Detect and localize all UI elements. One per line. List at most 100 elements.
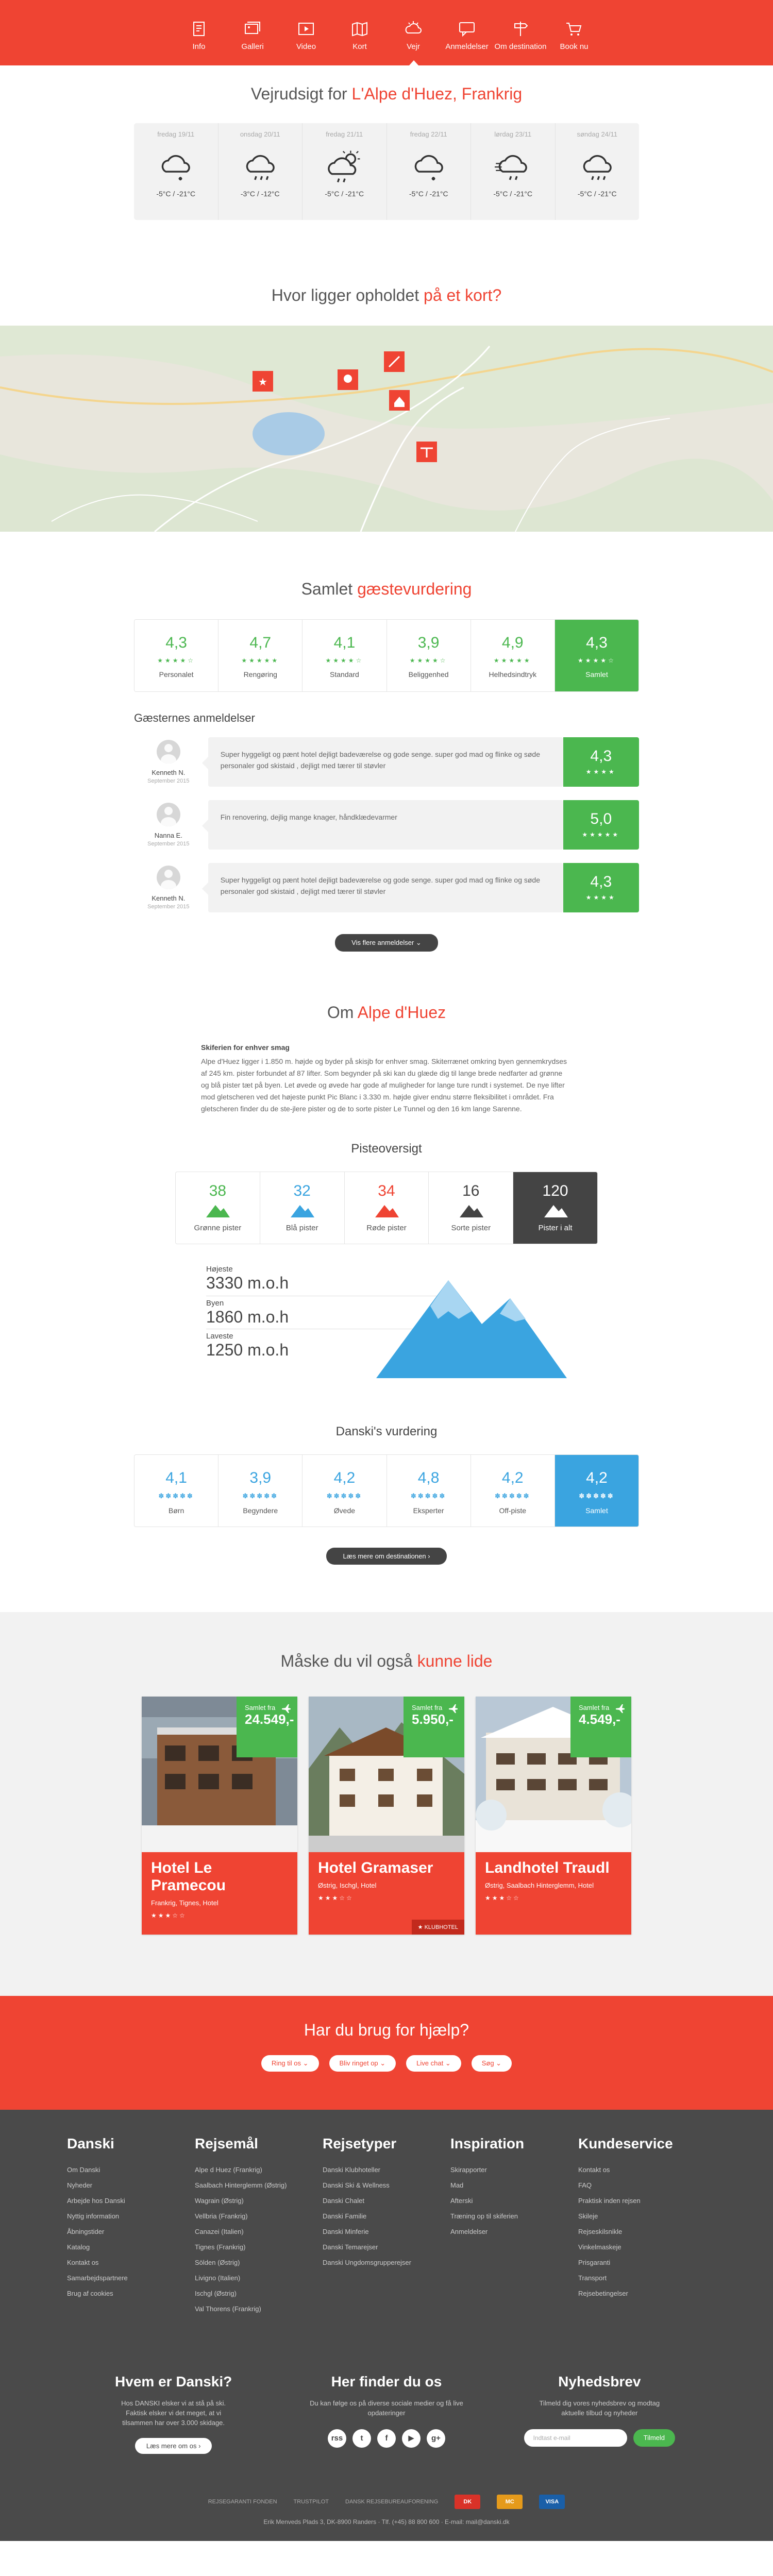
footer-link[interactable]: FAQ [578,2178,706,2193]
help-button[interactable]: Søg ⌄ [471,2055,512,2072]
danski-rating-title: Danski's vurdering [335,1425,438,1438]
nav-item-vejr[interactable]: Vejr [386,15,440,65]
footer-link[interactable]: Kontakt os [67,2255,195,2270]
mountain-icon [459,1205,483,1217]
nav-item-anmeldelser[interactable]: Anmeldelser [440,15,494,65]
altitude-high-value: 3330 m.o.h [206,1274,289,1292]
where-title: Her finder du os [331,2374,442,2389]
footer-link[interactable]: Danski Minferie [323,2224,450,2240]
read-more-about-button[interactable]: Læs mere om os › [135,2438,212,2454]
reviews-section: Samlet gæstevurdering 4,3 ★★★★☆ Personalet… [0,580,773,952]
footer-link[interactable]: Vellbria (Frankrig) [195,2209,323,2224]
nav-item-video[interactable]: Video [279,15,333,65]
footer-link[interactable]: Transport [578,2270,706,2286]
footer-link[interactable]: Om Danski [67,2162,195,2178]
footer-link[interactable]: Mad [450,2178,578,2193]
youtube-icon[interactable]: ▶ [401,2429,421,2448]
facebook-icon[interactable]: f [377,2429,396,2448]
mountain-icon [375,1205,399,1217]
help-button[interactable]: Live chat ⌄ [406,2055,461,2072]
map-section: Hvor ligger opholdet på et kort? ★ [0,286,773,532]
twitter-icon[interactable]: t [352,2429,371,2448]
lift-marker[interactable] [416,442,437,462]
footer-link[interactable]: Træning op til skiferien [450,2209,578,2224]
reviewer-name: Nanna E. [154,832,182,839]
rating-value: 4,1 [165,1469,187,1486]
help-button[interactable]: Bliv ringet op ⌄ [329,2055,396,2072]
weather-temp: -3°C / -12°C [240,190,280,198]
cloud-rain-icon [246,155,275,180]
newsletter-submit-button[interactable]: Tilmeld [633,2429,676,2447]
weather-temp: -5°C / -21°C [325,190,364,198]
footer-link[interactable]: Livigno (Italien) [195,2270,323,2286]
about-section: Om Alpe d'Huez Skiferien for enhver smag… [0,1003,773,1565]
google-plus-icon[interactable]: g+ [426,2429,445,2448]
nav-item-info[interactable]: Info [172,15,226,65]
rating-label: Begyndere [243,1506,278,1515]
footer-link[interactable]: Danski Ski & Wellness [323,2178,450,2193]
footer-link[interactable]: Praktisk inden rejsen [578,2193,706,2209]
snowflake-rating-icon: ✽✽✽✽✽ [242,1492,278,1500]
ski-marker[interactable] [384,351,405,372]
more-reviews-button[interactable]: Vis flere anmeldelser ⌄ [335,934,438,952]
footer-link[interactable]: Anmeldelser [450,2224,578,2240]
nav-item-galleri[interactable]: Galleri [226,15,279,65]
footer-link[interactable]: Rejsebetingelser [578,2286,706,2301]
more-destination-button[interactable]: Læs mere om destinationen › [326,1548,447,1565]
footer-link[interactable]: Danski Chalet [323,2193,450,2209]
footer-link[interactable]: Danski Klubhoteller [323,2162,450,2178]
footer-link[interactable]: Rejseskilsnikle [578,2224,706,2240]
footer-link[interactable]: Ischgl (Østrig) [195,2286,323,2301]
footer-link[interactable]: Samarbejdspartnere [67,2270,195,2286]
hotel-card[interactable]: Samlet fra 5.950,- Hotel Gramaser Østrig, I… [309,1697,464,1935]
footer-link[interactable]: Nyttig information [67,2209,195,2224]
review-date: September 2015 [147,904,190,910]
footer-link[interactable]: Tignes (Frankrig) [195,2240,323,2255]
footer-link[interactable]: Vinkelmaskeje [578,2240,706,2255]
footer-link[interactable]: Katalog [67,2240,195,2255]
footer-link[interactable]: Saalbach Hinterglemm (Østrig) [195,2178,323,2193]
footer-link[interactable]: Arbejde hos Danski [67,2193,195,2209]
footer-link[interactable]: Sölden (Østrig) [195,2255,323,2270]
footer-link[interactable]: Danski Temarejser [323,2240,450,2255]
location-marker[interactable] [338,369,358,390]
weather-day-label: onsdag 20/11 [240,130,280,138]
weather-day-label: søndag 24/11 [577,130,618,138]
nav-item-kort[interactable]: Kort [333,15,386,65]
footer-link[interactable]: Val Thorens (Frankrig) [195,2301,323,2317]
nav-item-label: Vejr [407,42,420,51]
hotel-card[interactable]: Samlet fra 4.549,- Landhotel Traudl Østrig,… [476,1697,631,1935]
weather-temp: -5°C / -21°C [577,190,617,198]
rss-icon[interactable]: rss [327,2429,346,2448]
footer-link[interactable]: Canazei (Italien) [195,2224,323,2240]
footer-link[interactable]: Skirapporter [450,2162,578,2178]
score-value: 4,3 [165,634,187,651]
footer-link[interactable]: Kontakt os [578,2162,706,2178]
footer-link[interactable]: Nyheder [67,2178,195,2193]
footer-column-title: Inspiration [450,2136,525,2151]
footer-link[interactable]: Brug af cookies [67,2286,195,2301]
footer-link[interactable]: Alpe d Huez (Frankrig) [195,2162,323,2178]
weather-day-label: fredag 21/11 [326,130,363,138]
newsletter-email-input[interactable]: Indtast e-mail [524,2429,627,2447]
footer-link[interactable]: Prisgaranti [578,2255,706,2270]
footer-link[interactable]: Skileje [578,2209,706,2224]
avatar [156,740,180,764]
piste-label: Pister i alt [538,1224,573,1232]
footer-column: Inspiration Skirapporter Mad Afterski Trænin… [450,2136,578,2317]
hotel-card[interactable]: Samlet fra 24.549,- Hotel Le Pramecou Frank… [142,1697,297,1935]
hotel-marker[interactable] [389,390,410,411]
recommendations-section: Måske du vil også kunne lide Samlet fra 2… [0,1612,773,1996]
review-stars-icon: ★★★★★ [582,831,620,838]
rating-label: Samlet [585,1506,608,1515]
nav-item-book-nu[interactable]: Book nu [547,15,601,65]
star-marker[interactable]: ★ [253,371,273,392]
footer-link[interactable]: Åbningstider [67,2224,195,2240]
nav-item-om-destination[interactable]: Om destination [494,15,547,65]
footer-link[interactable]: Danski Familie [323,2209,450,2224]
location-map[interactable]: ★ [0,326,773,532]
footer-link[interactable]: Danski Ungdomsgrupperejser [323,2255,450,2270]
footer-link[interactable]: Afterski [450,2193,578,2209]
help-button[interactable]: Ring til os ⌄ [261,2055,319,2072]
footer-link[interactable]: Wagrain (Østrig) [195,2193,323,2209]
